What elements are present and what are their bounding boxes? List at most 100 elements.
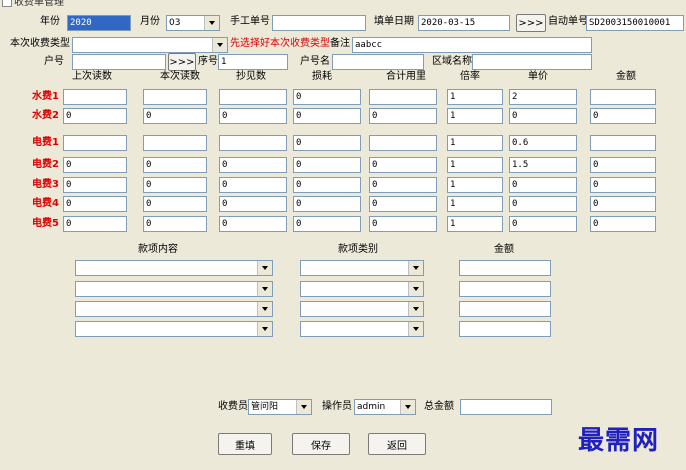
chevron-down-icon[interactable] <box>408 322 423 336</box>
account-input[interactable] <box>72 54 166 70</box>
meter-cell-input[interactable]: 1.5 <box>509 157 577 173</box>
meter-cell-input[interactable]: 0 <box>293 135 361 151</box>
chevron-down-icon[interactable] <box>257 322 272 336</box>
item-category-select[interactable] <box>300 301 424 317</box>
meter-cell-input[interactable]: 0 <box>590 177 656 193</box>
meter-cell-input[interactable]: 1 <box>447 135 503 151</box>
account-name-input[interactable] <box>332 54 424 70</box>
meter-cell-input[interactable] <box>369 89 437 105</box>
meter-cell-input[interactable]: 0 <box>590 216 656 232</box>
fee-type-select[interactable] <box>72 37 228 53</box>
meter-cell-input[interactable]: 0 <box>219 196 287 212</box>
item-content-select[interactable] <box>75 260 273 276</box>
item-content-select[interactable] <box>75 301 273 317</box>
auto-no-input[interactable]: SD2003150010001 <box>586 15 684 31</box>
meter-cell-input[interactable] <box>143 135 207 151</box>
meter-cell-input[interactable]: 0 <box>63 177 127 193</box>
meter-cell-input[interactable]: 1 <box>447 216 503 232</box>
chevron-down-icon[interactable] <box>257 261 272 275</box>
item-content-select[interactable] <box>75 281 273 297</box>
meter-cell-input[interactable]: 2 <box>509 89 577 105</box>
meter-cell-input[interactable]: 0 <box>293 89 361 105</box>
item-category-select[interactable] <box>300 281 424 297</box>
meter-cell-input[interactable]: 0 <box>590 157 656 173</box>
meter-cell-input[interactable]: 0 <box>293 108 361 124</box>
seq-input[interactable]: 1 <box>218 54 288 70</box>
chevron-down-icon[interactable] <box>212 38 227 52</box>
meter-cell-input[interactable]: 0 <box>63 196 127 212</box>
remark-input[interactable]: aabcc <box>352 37 592 53</box>
item-category-select[interactable] <box>300 321 424 337</box>
meter-cell-input[interactable] <box>219 89 287 105</box>
meter-cell-input[interactable]: 0.6 <box>509 135 577 151</box>
meter-cell-input[interactable] <box>590 89 656 105</box>
chevron-down-icon[interactable] <box>408 261 423 275</box>
year-input[interactable]: 2020 <box>67 15 131 31</box>
meter-cell-input[interactable]: 0 <box>143 216 207 232</box>
meter-cell-input[interactable]: 1 <box>447 157 503 173</box>
meter-cell-input[interactable]: 0 <box>219 216 287 232</box>
meter-cell-input[interactable]: 0 <box>509 108 577 124</box>
save-button[interactable]: 保存 <box>292 433 350 455</box>
meter-cell-input[interactable]: 1 <box>447 108 503 124</box>
meter-cell-input[interactable]: 0 <box>143 108 207 124</box>
meter-cell-input[interactable] <box>219 135 287 151</box>
meter-cell-input[interactable]: 1 <box>447 89 503 105</box>
meter-cell-input[interactable]: 0 <box>63 157 127 173</box>
meter-cell-input[interactable]: 0 <box>590 108 656 124</box>
meter-cell-input[interactable]: 1 <box>447 177 503 193</box>
account-lookup-button[interactable]: >>> <box>168 53 196 71</box>
item-amount-input[interactable] <box>459 260 551 276</box>
meter-cell-input[interactable]: 0 <box>369 216 437 232</box>
meter-cell-input[interactable]: 0 <box>143 157 207 173</box>
item-category-select[interactable] <box>300 260 424 276</box>
chevron-down-icon[interactable] <box>204 16 219 30</box>
meter-cell-input[interactable] <box>143 89 207 105</box>
chevron-down-icon[interactable] <box>296 400 311 414</box>
meter-cell-input[interactable]: 0 <box>143 177 207 193</box>
item-content-select[interactable] <box>75 321 273 337</box>
month-select[interactable]: 03 <box>166 15 220 31</box>
meter-cell-input[interactable]: 0 <box>369 196 437 212</box>
date-input[interactable]: 2020-03-15 <box>418 15 510 31</box>
meter-cell-input[interactable] <box>369 135 437 151</box>
chevron-down-icon[interactable] <box>257 282 272 296</box>
meter-cell-input[interactable]: 0 <box>219 177 287 193</box>
meter-cell-input[interactable]: 0 <box>293 216 361 232</box>
total-input[interactable] <box>460 399 552 415</box>
meter-cell-input[interactable] <box>63 135 127 151</box>
meter-cell-input[interactable]: 0 <box>143 196 207 212</box>
meter-cell-input[interactable]: 0 <box>219 157 287 173</box>
item-amount-input[interactable] <box>459 321 551 337</box>
meter-cell-input[interactable]: 0 <box>63 216 127 232</box>
chevron-down-icon[interactable] <box>408 302 423 316</box>
meter-cell-input[interactable]: 0 <box>369 108 437 124</box>
chevron-down-icon[interactable] <box>408 282 423 296</box>
meter-cell-input[interactable]: 0 <box>369 177 437 193</box>
item-amount-input[interactable] <box>459 281 551 297</box>
meter-cell-input[interactable]: 0 <box>219 108 287 124</box>
meter-cell-input[interactable]: 0 <box>590 196 656 212</box>
chevron-down-icon[interactable] <box>257 302 272 316</box>
meter-cell-input[interactable]: 1 <box>447 196 503 212</box>
meter-cell-input[interactable]: 0 <box>509 216 577 232</box>
meter-row-label: 电费1 <box>32 137 59 148</box>
back-button[interactable]: 返回 <box>368 433 426 455</box>
chevron-down-icon[interactable] <box>400 400 415 414</box>
meter-cell-input[interactable]: 0 <box>509 177 577 193</box>
meter-cell-input[interactable] <box>590 135 656 151</box>
area-input[interactable] <box>472 54 592 70</box>
meter-cell-input[interactable]: 0 <box>509 196 577 212</box>
meter-cell-input[interactable]: 0 <box>293 177 361 193</box>
manual-no-input[interactable] <box>272 15 366 31</box>
auto-no-button[interactable]: >>> <box>516 14 546 32</box>
item-amount-input[interactable] <box>459 301 551 317</box>
meter-cell-input[interactable]: 0 <box>293 157 361 173</box>
collector-select[interactable]: 管问阳 <box>248 399 312 415</box>
reset-button[interactable]: 重填 <box>218 433 272 455</box>
meter-cell-input[interactable]: 0 <box>63 108 127 124</box>
operator-select[interactable]: admin <box>354 399 416 415</box>
meter-cell-input[interactable] <box>63 89 127 105</box>
meter-cell-input[interactable]: 0 <box>293 196 361 212</box>
meter-cell-input[interactable]: 0 <box>369 157 437 173</box>
